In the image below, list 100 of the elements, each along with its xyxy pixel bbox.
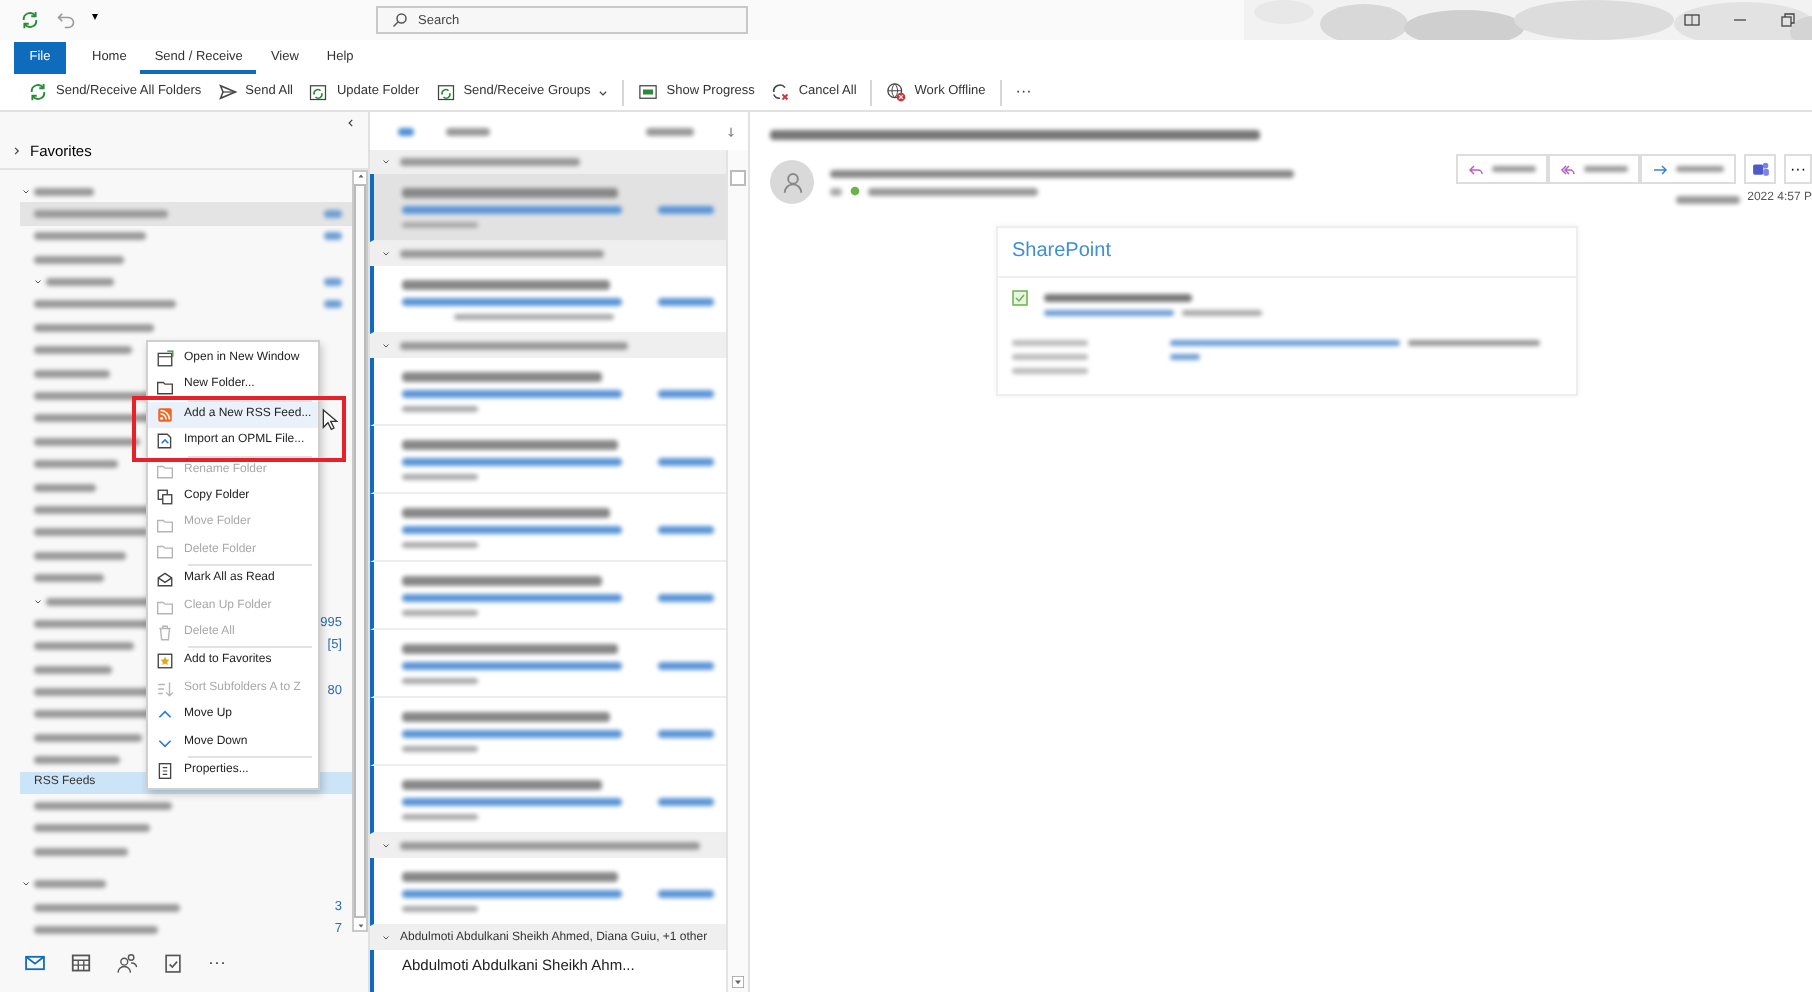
blurred-text	[658, 890, 714, 899]
blurred-text	[658, 390, 714, 399]
message-item[interactable]	[370, 698, 726, 767]
forward-icon	[1652, 161, 1668, 177]
mail-icon	[24, 951, 46, 974]
blurred-text	[34, 733, 142, 742]
blurred-text	[1492, 166, 1536, 172]
blurred-text	[402, 746, 478, 753]
blurred-text	[1012, 368, 1088, 375]
blurred-text	[402, 610, 478, 617]
message-item[interactable]	[370, 358, 726, 427]
folder-item[interactable]	[20, 202, 352, 226]
folder-icon	[156, 461, 174, 480]
scrollbar[interactable]	[352, 169, 368, 933]
blurred-text	[34, 528, 148, 537]
folder-icon	[156, 377, 174, 396]
group-header[interactable]	[370, 334, 726, 359]
folder-icon	[156, 597, 174, 616]
blurred-text	[34, 926, 158, 934]
blurred-text	[446, 127, 490, 136]
blurred-text	[1675, 195, 1740, 204]
blurred-text	[658, 206, 714, 215]
blurred-text	[402, 542, 478, 549]
restore-icon	[1780, 12, 1796, 28]
blurred-text	[34, 209, 168, 218]
tasks-icon	[162, 951, 184, 974]
filter-tab[interactable]	[398, 127, 414, 136]
scrollbar[interactable]	[726, 150, 748, 992]
blurred-text	[658, 526, 714, 535]
blurred-text	[34, 483, 96, 492]
group-header[interactable]	[370, 242, 726, 267]
chat-icon	[1751, 160, 1769, 178]
blurred-text	[1170, 354, 1200, 361]
filter-tab[interactable]	[446, 127, 490, 136]
teams-button[interactable]	[1744, 154, 1776, 184]
nav-button[interactable]	[116, 951, 138, 974]
blurred-text	[402, 222, 478, 229]
person-icon	[781, 171, 803, 193]
blurred-text	[34, 642, 134, 651]
blurred-text	[34, 255, 124, 264]
sync-icon	[20, 10, 40, 30]
blurred-text	[34, 802, 172, 811]
blurred-text	[1408, 340, 1540, 347]
scroll-down-icon	[732, 976, 744, 988]
more-button[interactable]: ···	[1784, 154, 1812, 184]
blurred-text	[34, 187, 94, 195]
blurred-text	[658, 798, 714, 807]
undo-icon	[56, 10, 76, 30]
group-header[interactable]	[370, 150, 726, 175]
blurred-text	[830, 187, 842, 195]
restore-button[interactable]	[1780, 12, 1796, 28]
message-item[interactable]	[370, 630, 726, 699]
nav-button[interactable]	[24, 951, 46, 974]
nav-button[interactable]	[70, 951, 92, 974]
scrollbar-thumb[interactable]	[354, 183, 366, 919]
message-item[interactable]	[370, 426, 726, 495]
reply-icon	[1468, 161, 1484, 177]
blurred-text	[46, 278, 114, 287]
message-item[interactable]	[370, 494, 726, 563]
scrollbar-thumb[interactable]	[730, 170, 746, 187]
rss-icon	[156, 405, 174, 424]
ribbon-display-button[interactable]	[1684, 12, 1700, 28]
blurred-text	[34, 574, 104, 583]
import-icon	[156, 432, 174, 451]
copy-icon	[156, 488, 174, 507]
blurred-text	[658, 730, 714, 739]
cancel-sync-icon	[770, 82, 791, 102]
blurred-text	[34, 323, 154, 332]
blurred-text	[34, 437, 140, 446]
message-item[interactable]	[370, 562, 726, 631]
group-header[interactable]	[370, 834, 726, 859]
folder-sync-icon	[308, 82, 329, 102]
blurred-text	[34, 346, 132, 355]
message-item[interactable]	[370, 174, 726, 243]
window-icon	[156, 350, 174, 369]
sort-icon	[156, 679, 174, 698]
progress-icon	[638, 82, 659, 102]
blurred-text	[34, 824, 150, 833]
blurred-text	[402, 814, 478, 821]
more-button[interactable]: ···	[208, 951, 226, 974]
action-button[interactable]	[1456, 154, 1548, 184]
blurred-text	[1012, 340, 1088, 347]
blurred-text	[398, 127, 414, 136]
nav-button[interactable]	[162, 951, 184, 974]
blurred-text	[402, 678, 478, 685]
calendar-icon	[70, 951, 92, 974]
blurred-text	[658, 662, 714, 671]
reply-all-icon	[1560, 161, 1576, 177]
blurred-text	[658, 594, 714, 603]
globe-icon	[886, 82, 907, 102]
blurred-text	[34, 369, 110, 378]
collapse-icon	[346, 118, 356, 128]
blurred-text	[402, 406, 478, 413]
trash-icon	[156, 624, 174, 643]
blurred-text	[34, 232, 146, 241]
more-button[interactable]: ···	[1007, 76, 1040, 108]
action-button[interactable]	[1548, 154, 1640, 184]
blurred-text	[1044, 310, 1174, 317]
blurred-text	[402, 474, 478, 481]
search-icon	[392, 12, 408, 28]
